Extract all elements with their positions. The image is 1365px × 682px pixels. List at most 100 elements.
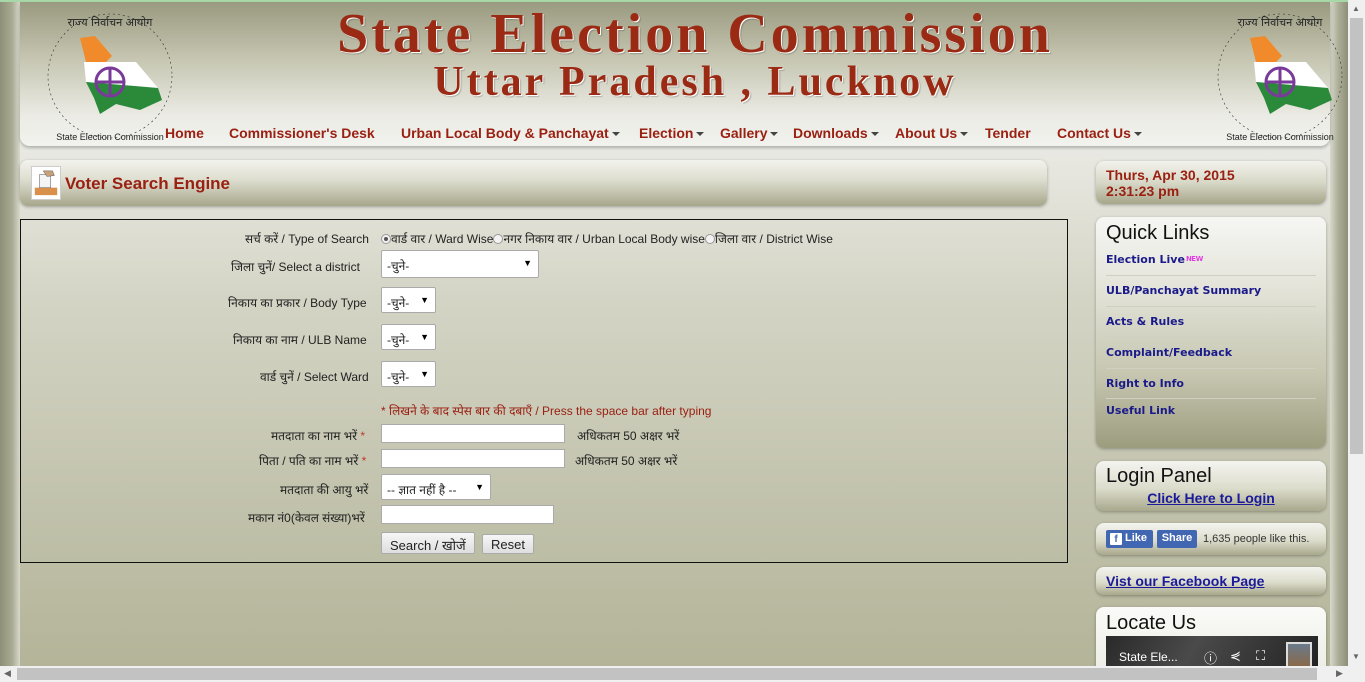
ward-value: -चुने-	[387, 370, 410, 384]
scroll-right-arrow-icon[interactable]: ▶	[1336, 668, 1343, 679]
quick-link-rti[interactable]: Right to Info	[1106, 377, 1316, 390]
current-date: Thurs, Apr 30, 2015	[1106, 167, 1235, 183]
nav-gallery[interactable]: Gallery	[720, 125, 779, 141]
facebook-like-panel: f Like Share 1,635 people like this.	[1096, 523, 1326, 555]
caret-down-icon	[1133, 132, 1142, 137]
nav-urban-local-body[interactable]: Urban Local Body & Panchayat	[401, 125, 620, 141]
nav-contact-us[interactable]: Contact Us	[1057, 125, 1142, 141]
nav-label: Election	[639, 125, 694, 141]
quick-links-panel: Quick Links Election LiveNEW ULB/Panchay…	[1096, 217, 1326, 448]
sec-logo-right-icon[interactable]: राज्य निर्वाचन आयोग State Election Commi…	[1210, 6, 1350, 146]
new-badge-icon: NEW	[1185, 255, 1203, 263]
nav-about-us[interactable]: About Us	[895, 125, 969, 141]
svg-text:राज्य निर्वाचन आयोग: राज्य निर्वाचन आयोग	[1238, 16, 1323, 29]
search-button[interactable]: Search / खोजें	[381, 532, 475, 554]
radio-ulb-wise-label: नगर निकाय वार / Urban Local Body wise	[503, 232, 705, 246]
body-type-select[interactable]: -चुने- ▼	[381, 287, 436, 313]
horizontal-scrollbar[interactable]: ◀ ▶	[0, 666, 1365, 682]
fb-like-button[interactable]: f Like	[1106, 530, 1153, 548]
scroll-left-arrow-icon[interactable]: ◀	[4, 668, 11, 679]
nav-downloads[interactable]: Downloads	[793, 125, 879, 141]
nav-label: Home	[165, 125, 204, 141]
divider	[1106, 306, 1316, 307]
fb-share-button[interactable]: Share	[1157, 530, 1197, 548]
login-link[interactable]: Click Here to Login	[1096, 490, 1326, 506]
facebook-icon: f	[1110, 533, 1122, 545]
divider	[1106, 337, 1316, 338]
voter-name-label: मतदाता का नाम भरें *	[271, 427, 365, 444]
required-mark: *	[360, 429, 366, 443]
current-time: 2:31:23 pm	[1106, 183, 1180, 199]
scroll-up-arrow-icon[interactable]: ▲	[1352, 4, 1360, 13]
caret-down-icon	[960, 132, 969, 137]
nav-label: Gallery	[720, 125, 768, 141]
info-icon[interactable]: ⓘ	[1204, 648, 1217, 667]
date-time: Thurs, Apr 30, 2015 2:31:23 pm	[1106, 167, 1235, 199]
search-type-label: सर्च करें / Type of Search	[245, 232, 369, 246]
login-panel: Login Panel Click Here to Login	[1096, 461, 1326, 511]
voter-search-header: Voter Search Engine	[20, 160, 1047, 206]
quick-link-useful[interactable]: Useful Link	[1106, 404, 1316, 417]
scroll-down-arrow-icon[interactable]: ▼	[1352, 652, 1360, 661]
site-header: राज्य निर्वाचन आयोग State Election Commi…	[20, 2, 1343, 146]
caret-down-icon	[770, 132, 779, 137]
share-icon[interactable]: ⋞	[1230, 648, 1241, 664]
quick-link-label: Election Live	[1106, 253, 1185, 266]
video-title: State Ele...	[1119, 650, 1178, 664]
father-name-input[interactable]	[381, 449, 565, 468]
father-name-label-text: पिता / पति का नाम भरें	[259, 454, 359, 468]
reset-button[interactable]: Reset	[482, 534, 534, 554]
ward-select[interactable]: -चुने- ▼	[381, 361, 436, 387]
nav-tender[interactable]: Tender	[985, 125, 1031, 141]
nav-label: Commissioner's Desk	[229, 125, 375, 141]
nav-commissioners-desk[interactable]: Commissioner's Desk	[229, 125, 375, 141]
ulb-name-select[interactable]: -चुने- ▼	[381, 324, 436, 350]
radio-ulb-wise[interactable]	[493, 234, 504, 244]
vertical-scrollbar[interactable]: ▲ ▼	[1348, 0, 1365, 666]
nav-label: Tender	[985, 125, 1031, 141]
dropdown-arrow-icon: ▼	[420, 295, 429, 305]
radio-district-wise-label: जिला वार / District Wise	[714, 232, 833, 246]
date-time-panel: Thurs, Apr 30, 2015 2:31:23 pm	[1096, 161, 1326, 204]
age-select[interactable]: -- ज्ञात नहीं है -- ▼	[381, 474, 491, 500]
caret-down-icon	[611, 132, 620, 137]
dropdown-arrow-icon: ▼	[523, 258, 532, 268]
vertical-scroll-thumb[interactable]	[1350, 18, 1363, 454]
fb-like-label: Like	[1125, 532, 1148, 544]
dropdown-arrow-icon: ▼	[475, 482, 484, 492]
nav-label: Contact Us	[1057, 125, 1131, 141]
voter-name-hint: अधिकतम 50 अक्षर भरें	[577, 429, 680, 443]
login-panel-title: Login Panel	[1106, 465, 1212, 487]
radio-district-wise[interactable]	[704, 234, 715, 244]
district-select[interactable]: -चुने- ▼	[381, 250, 539, 278]
quick-link-ulb-summary[interactable]: ULB/Panchayat Summary	[1106, 284, 1316, 297]
nav-home[interactable]: Home	[165, 125, 204, 141]
father-name-hint: अधिकतम 50 अक्षर भरें	[575, 454, 678, 468]
ward-label: वार्ड चुनें / Select Ward	[260, 370, 369, 384]
house-number-input[interactable]	[381, 505, 554, 524]
ballot-box-icon	[31, 166, 61, 200]
divider	[1106, 275, 1316, 276]
age-value: -- ज्ञात नहीं है --	[387, 483, 457, 497]
svg-text:State Election Commission: State Election Commission	[1226, 132, 1334, 142]
nav-election[interactable]: Election	[639, 125, 705, 141]
nav-label: About Us	[895, 125, 958, 141]
caret-down-icon	[870, 132, 879, 137]
quick-link-acts-rules[interactable]: Acts & Rules	[1106, 315, 1316, 328]
site-subtitle: Uttar Pradesh , Lucknow	[433, 59, 957, 105]
radio-ward-wise[interactable]	[381, 234, 391, 244]
channel-avatar[interactable]	[1286, 642, 1312, 668]
facebook-page-link[interactable]: Vist our Facebook Page	[1106, 573, 1264, 589]
fullscreen-icon[interactable]: ⛶	[1256, 648, 1265, 664]
radio-ward-wise-label: वार्ड वार / Ward Wise	[391, 232, 494, 246]
nav-label: Downloads	[793, 125, 868, 141]
body-type-label: निकाय का प्रकार / Body Type	[228, 296, 367, 310]
fb-like-count: 1,635 people like this.	[1203, 533, 1310, 545]
quick-link-complaint[interactable]: Complaint/Feedback	[1106, 346, 1316, 359]
caret-down-icon	[696, 132, 705, 137]
voter-search-title: Voter Search Engine	[65, 174, 231, 193]
horizontal-scroll-thumb[interactable]	[17, 668, 1317, 680]
voter-name-input[interactable]	[381, 424, 565, 443]
nav-label: Urban Local Body & Panchayat	[401, 125, 609, 141]
quick-link-election-live[interactable]: Election LiveNEW	[1106, 253, 1316, 266]
